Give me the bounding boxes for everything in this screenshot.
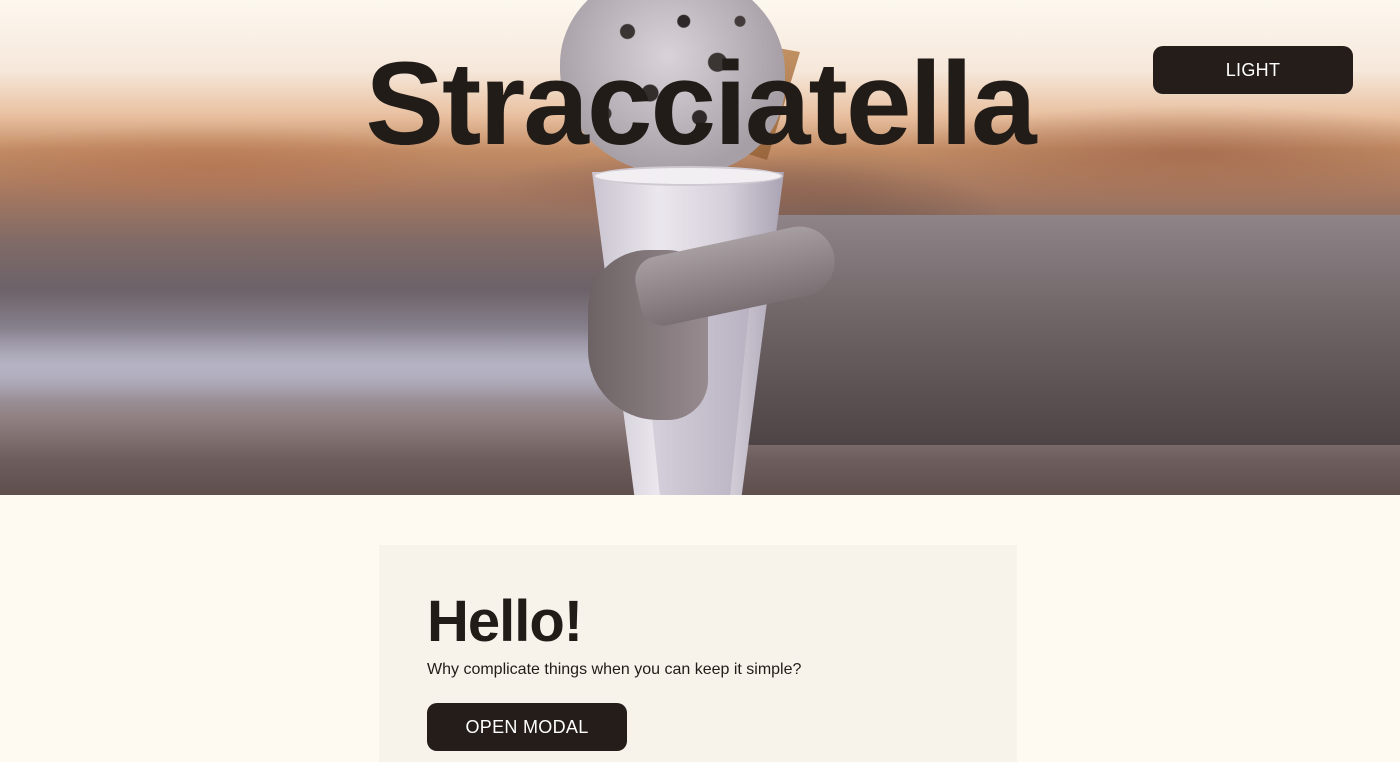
card-description: Why complicate things when you can keep … [427,661,802,678]
hero-banner: Stracciatella LIGHT [0,0,1400,495]
open-modal-button[interactable]: OPEN MODAL [427,703,627,751]
theme-toggle-button[interactable]: LIGHT [1153,46,1353,94]
hello-card: Hello! Why complicate things when you ca… [379,545,1017,762]
card-title: Hello! [427,589,583,654]
